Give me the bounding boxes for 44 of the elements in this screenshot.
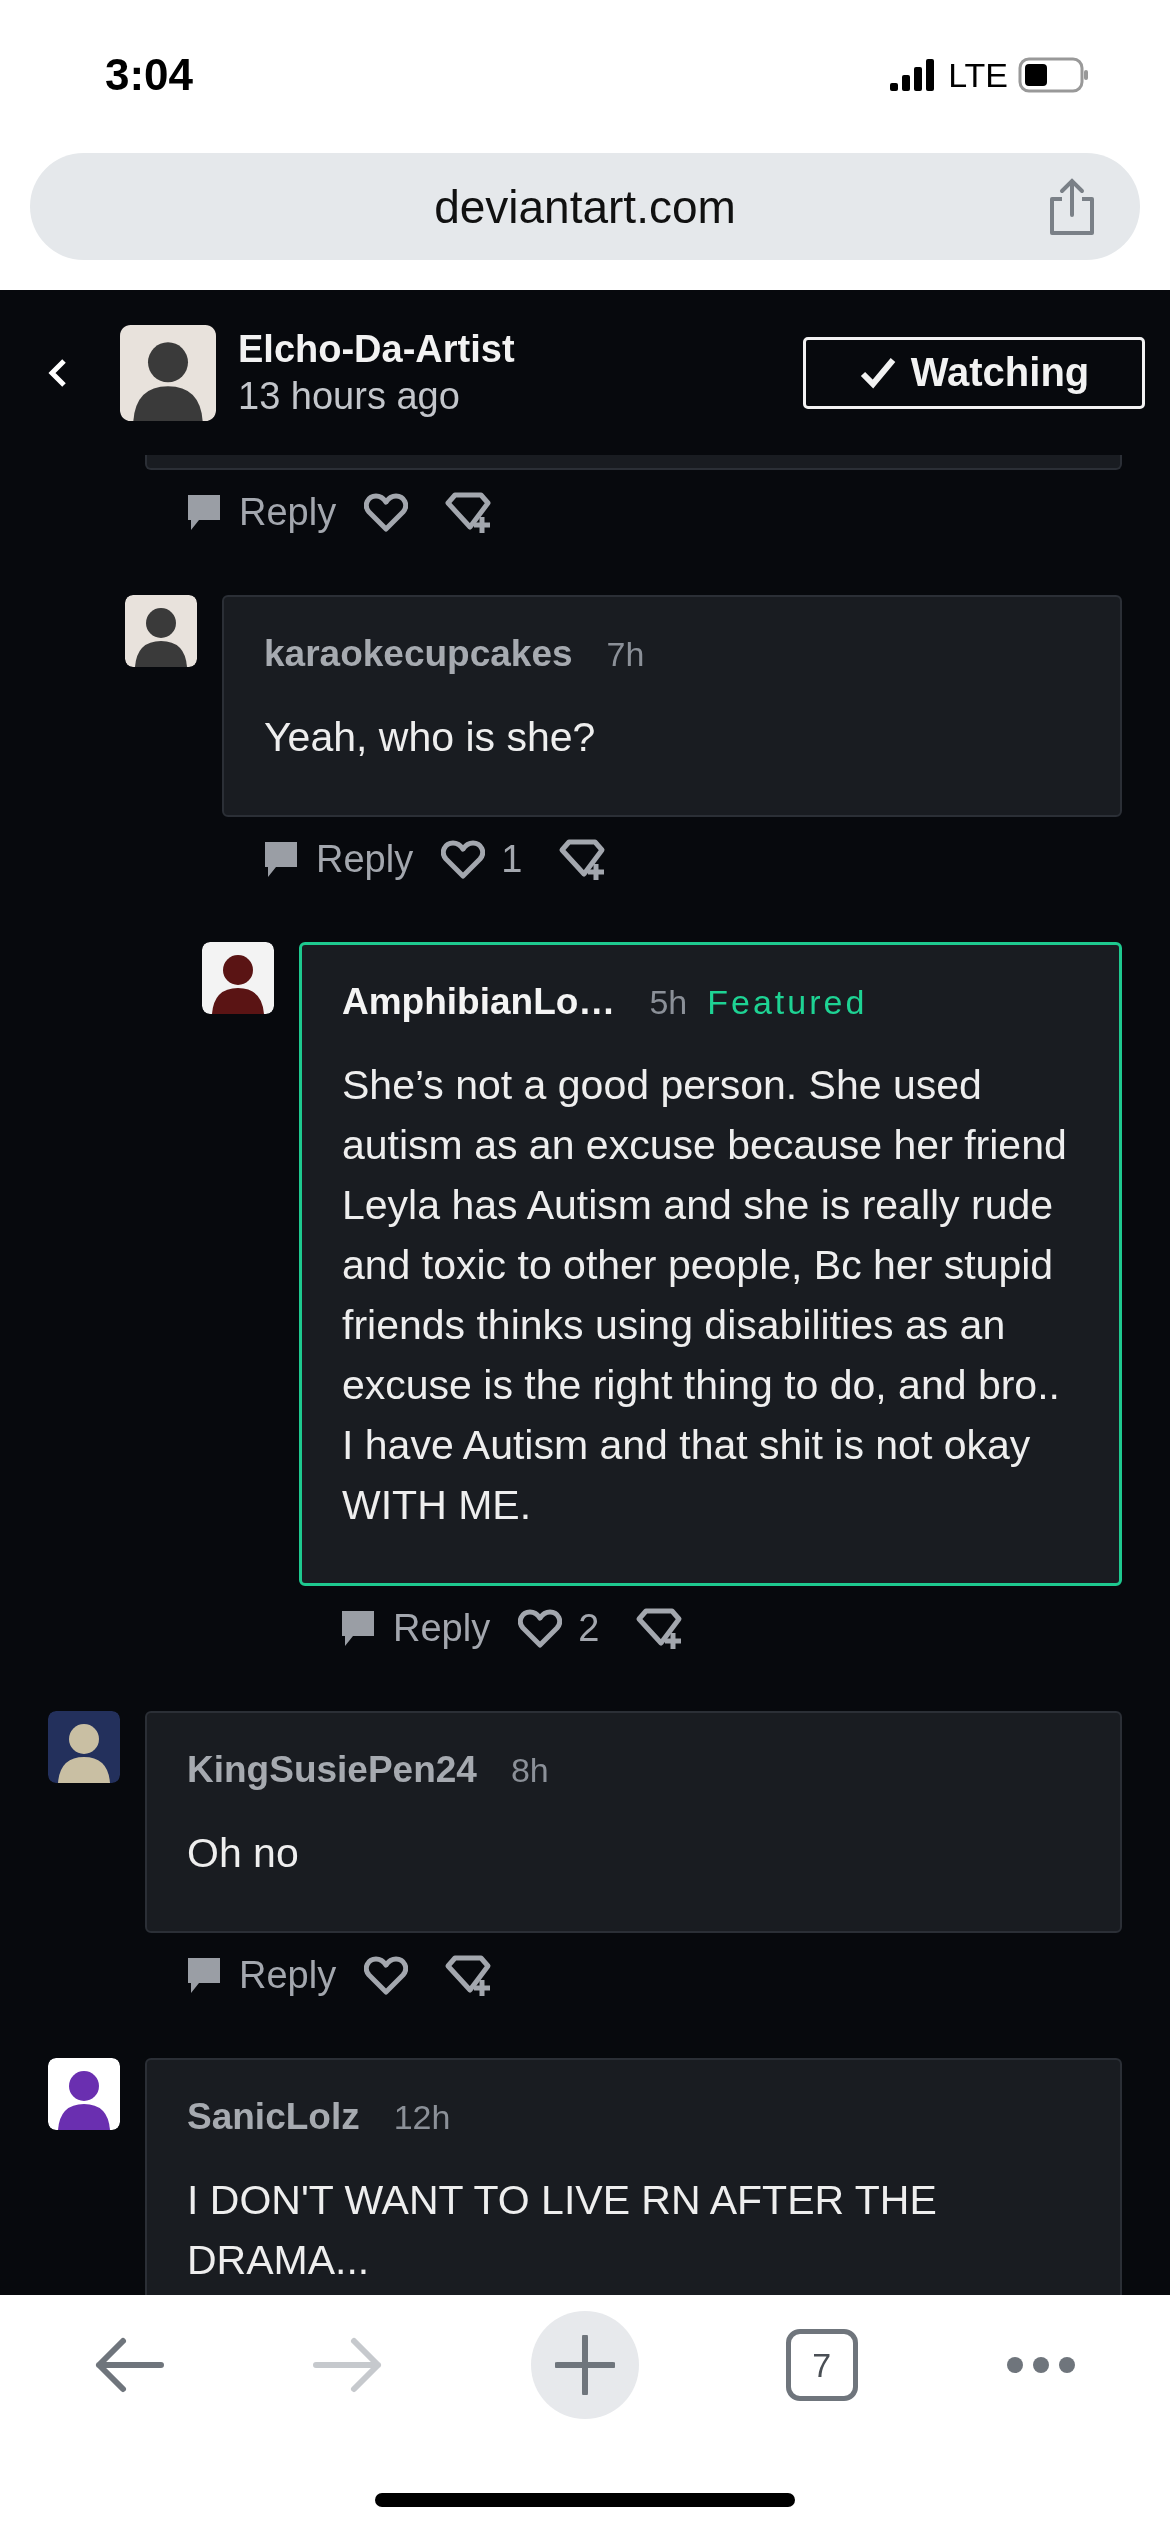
network-type: LTE bbox=[948, 55, 1008, 95]
plus-icon bbox=[555, 2335, 615, 2395]
watching-button[interactable]: Watching bbox=[803, 336, 1145, 409]
comment-time: 8h bbox=[510, 1750, 549, 1790]
avatar bbox=[125, 595, 197, 667]
like-button[interactable] bbox=[364, 492, 409, 533]
like-button[interactable]: 2 bbox=[518, 1607, 600, 1650]
reply-button[interactable]: Reply bbox=[339, 1607, 491, 1650]
heart-icon bbox=[518, 1608, 563, 1649]
url-text: deviantart.com bbox=[434, 179, 736, 234]
posted-time: 13 hours ago bbox=[238, 374, 461, 418]
battery-icon bbox=[1018, 57, 1090, 93]
like-button[interactable]: 1 bbox=[441, 838, 523, 881]
comment-username[interactable]: AmphibianLo… bbox=[342, 981, 616, 1023]
comment-text: I DON'T WANT TO LIVE RN AFTER THE DRAMA... bbox=[187, 2176, 938, 2285]
avatar bbox=[48, 1711, 120, 1783]
comment-time: 5h bbox=[649, 982, 688, 1022]
comment-text: She’s not a good person. She used autism as an excuse because her friend Leyla has Autism and she is really rude and toxic to other people, Bc her stupid friends thinks using disabilities as an excuse is the right thing to do, and bro.. I have Autism and that shit is not okay WITH ME. bbox=[342, 1061, 1068, 1530]
tabs-button[interactable]: 7 bbox=[785, 2329, 858, 2401]
avatar bbox=[202, 942, 274, 1014]
check-icon bbox=[858, 355, 897, 390]
heart-icon bbox=[441, 839, 486, 880]
like-button[interactable] bbox=[364, 1955, 409, 1996]
back-arrow-button[interactable] bbox=[93, 2335, 166, 2395]
comment-time: 12h bbox=[393, 2097, 451, 2137]
comment-time: 7h bbox=[606, 634, 645, 674]
comment-text: Yeah, who is she? bbox=[264, 713, 597, 762]
clock: 3:04 bbox=[105, 50, 194, 100]
more-icon bbox=[1004, 2355, 1077, 2375]
reply-button[interactable]: Reply bbox=[262, 838, 414, 881]
comment-username[interactable]: karaokecupcakes bbox=[264, 633, 573, 675]
comment-text: Oh no bbox=[187, 1829, 300, 1878]
heart-icon bbox=[364, 492, 409, 533]
featured-label: Featured bbox=[707, 982, 868, 1022]
more-button[interactable] bbox=[1004, 2355, 1077, 2375]
arrow-left-icon bbox=[93, 2335, 166, 2395]
reply-button[interactable]: Reply bbox=[185, 491, 337, 534]
comment-username[interactable]: KingSusiePen24 bbox=[187, 1749, 477, 1791]
reply-button[interactable]: Reply bbox=[185, 1954, 337, 1997]
address-bar[interactable]: deviantart.com bbox=[30, 153, 1140, 260]
avatar bbox=[48, 2058, 120, 2130]
heart-icon bbox=[364, 1955, 409, 1996]
comment-username[interactable]: SanicLolz bbox=[187, 2096, 360, 2138]
author-name[interactable]: Elcho-Da-Artist bbox=[238, 327, 515, 371]
